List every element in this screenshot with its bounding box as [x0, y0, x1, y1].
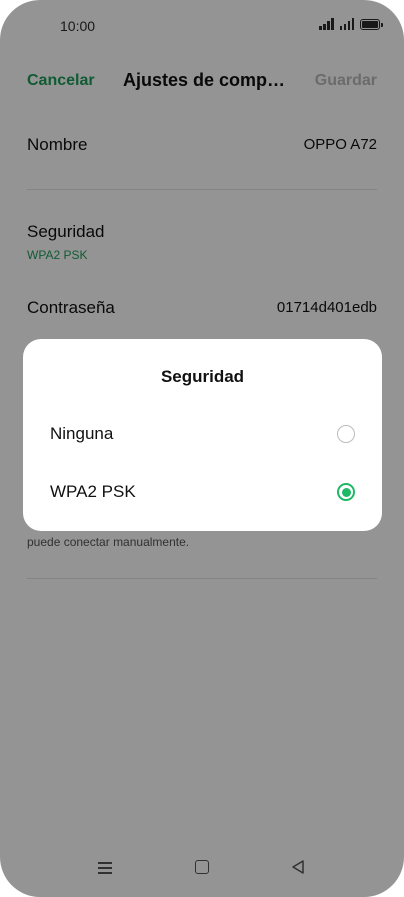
- radio-unselected-icon[interactable]: [337, 425, 355, 443]
- option-label: WPA2 PSK: [50, 482, 136, 501]
- option-label: Ninguna: [50, 424, 114, 443]
- option-ninguna[interactable]: Ninguna: [23, 409, 382, 459]
- option-wpa2-psk[interactable]: WPA2 PSK: [23, 467, 382, 517]
- phone-screen: 10:00 Cancelar Ajustes de comp… Guardar …: [0, 0, 404, 897]
- dialog-title: Seguridad: [160, 367, 245, 386]
- security-dialog: Seguridad Ninguna WPA2 PSK: [23, 339, 382, 531]
- radio-selected-icon[interactable]: [337, 483, 355, 501]
